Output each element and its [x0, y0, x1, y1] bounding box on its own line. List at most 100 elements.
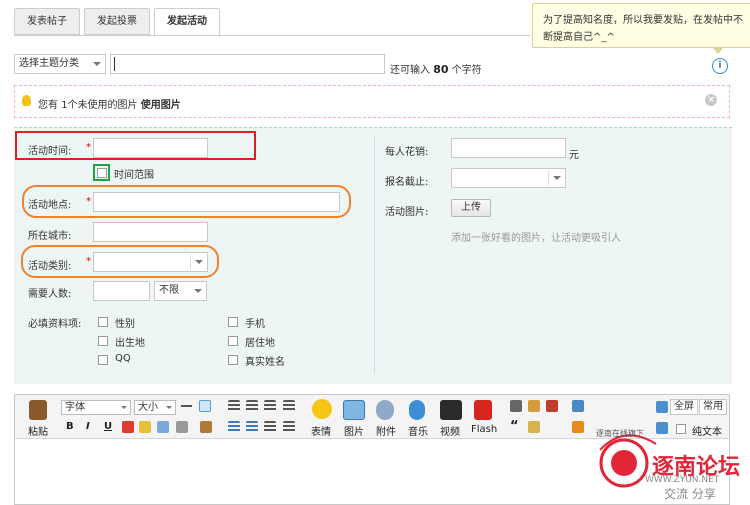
emoji-label[interactable]: 表情	[311, 423, 331, 438]
image-icon[interactable]	[343, 400, 365, 420]
select-separator	[190, 255, 191, 269]
time-range-label: 时间范围	[114, 170, 154, 181]
cost-input[interactable]	[451, 138, 566, 158]
checkbox-birthplace[interactable]	[98, 336, 108, 346]
tab-new-activity[interactable]: 发起活动	[154, 8, 220, 37]
video-icon[interactable]	[440, 400, 462, 420]
tab-new-post[interactable]: 发表帖子	[14, 8, 80, 35]
ordered-list-icon[interactable]	[264, 421, 276, 433]
column-divider	[374, 137, 375, 374]
image-label: 活动图片:	[385, 207, 429, 218]
city-label: 所在城市:	[28, 231, 72, 242]
checkbox-realname[interactable]	[228, 355, 238, 365]
required-item-realname: 真实姓名	[245, 357, 285, 368]
char-count: 还可输入 80 个字符	[390, 61, 482, 76]
flash-icon[interactable]	[474, 400, 492, 420]
char-count-prefix: 还可输入	[390, 65, 430, 76]
clear-format-icon[interactable]	[200, 421, 212, 433]
theme-category-select[interactable]: 选择主题分类	[14, 54, 106, 74]
people-limit-select[interactable]: 不限	[154, 281, 207, 301]
required-fields-label: 必填资料项:	[28, 319, 82, 330]
unlink-icon[interactable]	[176, 421, 188, 433]
chevron-down-icon	[166, 406, 172, 409]
align-right-icon[interactable]	[264, 400, 276, 412]
hide-icon[interactable]	[528, 400, 540, 412]
common-button[interactable]: 常用	[699, 399, 727, 415]
city-input[interactable]	[93, 222, 208, 242]
lock-icon[interactable]	[528, 421, 540, 433]
video-label[interactable]: 视频	[440, 423, 460, 438]
upload-button[interactable]: 上传	[451, 199, 491, 217]
people-count-input[interactable]	[93, 281, 150, 301]
info-icon[interactable]: i	[712, 58, 728, 74]
bold-button[interactable]: B	[66, 421, 74, 432]
notice-count: 1个未使用的图片	[61, 100, 138, 111]
deadline-select[interactable]	[451, 168, 566, 188]
lightbulb-icon	[22, 95, 31, 106]
text-caret	[114, 57, 115, 71]
horizontal-rule-icon[interactable]	[181, 405, 192, 407]
template-icon[interactable]	[572, 400, 584, 412]
undo-icon[interactable]	[656, 401, 668, 413]
tooltip-arrow	[712, 47, 724, 54]
size-select[interactable]: 大小	[134, 400, 176, 415]
font-select-value: 字体	[65, 402, 85, 413]
use-image-link[interactable]: 使用图片	[141, 100, 181, 111]
emoji-icon[interactable]	[312, 399, 332, 419]
text-color-icon[interactable]	[122, 421, 134, 433]
align-center-icon[interactable]	[246, 400, 258, 412]
category-label: 活动类别:	[28, 261, 72, 272]
code-icon[interactable]	[510, 400, 522, 412]
chevron-down-icon	[195, 260, 203, 264]
char-count-suffix: 个字符	[451, 65, 482, 76]
required-item-residence: 居住地	[245, 338, 275, 349]
checkbox-residence[interactable]	[228, 336, 238, 346]
background-color-icon[interactable]	[139, 421, 151, 433]
watermark-slogan: 交流 分享	[664, 487, 716, 501]
size-select-value: 大小	[138, 402, 158, 413]
quote-icon[interactable]: “	[510, 419, 519, 434]
image-button-label[interactable]: 图片	[344, 423, 364, 438]
paste-icon[interactable]	[29, 400, 47, 420]
activity-place-input[interactable]	[93, 192, 340, 212]
watermark-top-text: 逐南在线旗下	[596, 429, 644, 438]
italic-button[interactable]: I	[86, 421, 90, 432]
bullet-list-icon[interactable]	[283, 421, 295, 433]
link-icon[interactable]	[157, 421, 169, 433]
subject-input[interactable]	[110, 54, 385, 74]
required-mark: *	[86, 196, 91, 207]
insert-table-icon[interactable]	[199, 400, 211, 412]
required-mark: *	[86, 256, 91, 267]
tab-new-poll[interactable]: 发起投票	[84, 8, 150, 35]
outdent-icon[interactable]	[246, 421, 258, 433]
people-limit-value: 不限	[159, 285, 179, 296]
close-icon[interactable]: ×	[705, 94, 717, 106]
checkbox-highlight-box	[93, 164, 110, 181]
underline-button[interactable]: U	[104, 421, 112, 432]
attachment-icon[interactable]	[376, 400, 394, 420]
checkbox-mobile[interactable]	[228, 317, 238, 327]
align-justify-icon[interactable]	[283, 400, 295, 412]
required-item-qq: QQ	[115, 353, 131, 364]
font-select[interactable]: 字体	[61, 400, 131, 415]
free-icon[interactable]	[546, 400, 558, 412]
more-icon[interactable]	[572, 421, 584, 433]
music-icon[interactable]	[409, 400, 425, 420]
select-separator	[548, 171, 549, 185]
align-left-icon[interactable]	[228, 400, 240, 412]
char-count-value: 80	[433, 63, 449, 76]
music-label[interactable]: 音乐	[408, 423, 428, 438]
chevron-down-icon	[194, 289, 202, 293]
time-highlight-box	[15, 131, 256, 160]
attachment-label[interactable]: 附件	[376, 423, 396, 438]
checkbox-gender[interactable]	[98, 317, 108, 327]
flash-label[interactable]: Flash	[471, 424, 497, 435]
fullscreen-button[interactable]: 全屏	[670, 399, 698, 415]
indent-icon[interactable]	[228, 421, 240, 433]
required-item-birthplace: 出生地	[115, 338, 145, 349]
people-label: 需要人数:	[28, 289, 72, 300]
category-select[interactable]	[93, 252, 208, 272]
chevron-down-icon	[553, 176, 561, 180]
tooltip: 为了提高知名度，所以我要发贴，在发帖中不断提高自己^_^	[532, 3, 750, 48]
checkbox-qq[interactable]	[98, 355, 108, 365]
